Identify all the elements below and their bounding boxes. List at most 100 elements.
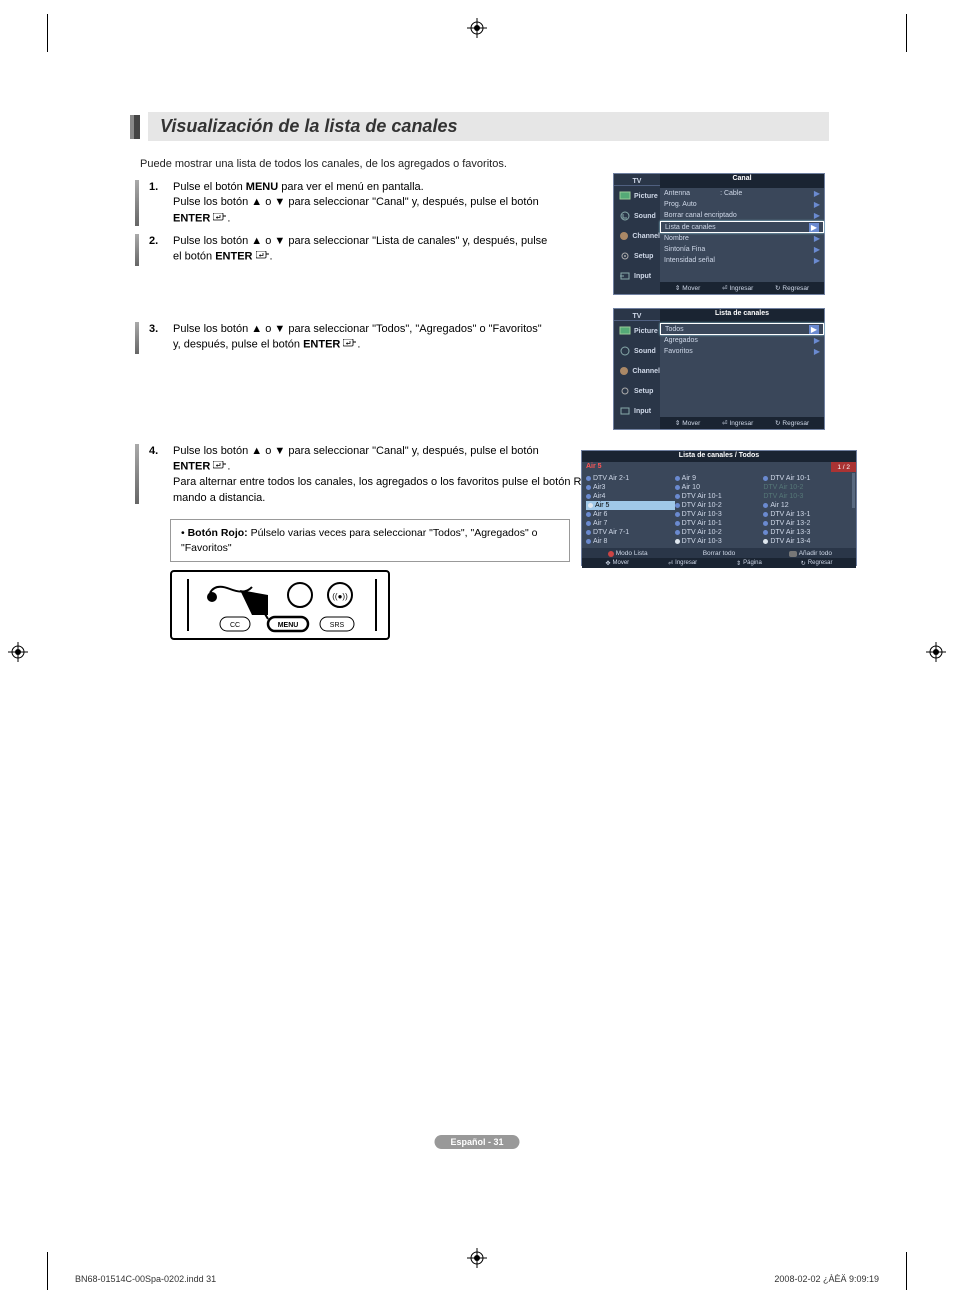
list-item: Air 10 — [675, 483, 764, 492]
step-text: Pulse los botón ▲ o ▼ para seleccionar "… — [173, 444, 635, 504]
osd-footer-ingresar: ⏎Ingresar — [722, 419, 753, 427]
osd-footer-ingresar: ⏎Ingresar — [722, 284, 753, 292]
step-text: Pulse los botón ▲ o ▼ para seleccionar "… — [173, 322, 635, 354]
step-number: 2. — [149, 234, 163, 266]
step-accent-icon — [135, 234, 139, 266]
page-number: Español - 31 — [434, 1135, 519, 1149]
updown-icon: ⇕ — [675, 419, 680, 427]
list-item: DTV Air 10-3 — [763, 492, 852, 501]
registration-mark-icon — [467, 1248, 487, 1268]
print-date: 2008-02-02 ¿ÀÈÄ 9:09:19 — [774, 1274, 879, 1284]
scrollbar-thumb — [852, 473, 855, 508]
osd-sidebar-sound: Sound — [614, 206, 660, 226]
enter-icon: ⏎ — [722, 419, 727, 427]
list-item: DTV Air 13-3 — [763, 528, 852, 537]
list-item: DTV Air 7-1 — [586, 528, 675, 537]
chevron-right-icon: ▶ — [814, 336, 820, 345]
channel-col-3: DTV Air 10-1 DTV Air 10-2 DTV Air 10-3 A… — [763, 474, 852, 546]
step-number: 3. — [149, 322, 163, 354]
crop-mark — [47, 14, 48, 52]
sound-icon — [618, 345, 632, 357]
osd-row-intensidad: Intensidad señal▶ — [660, 255, 824, 266]
step-number: 4. — [149, 444, 163, 504]
list-item: Air 8 — [586, 537, 675, 546]
osd-sidebar-setup: Setup — [614, 381, 660, 401]
osd-footer-mover: ⇕ Mover — [675, 284, 701, 292]
osd-tv-label: TV — [614, 311, 660, 321]
osd-sidebar-picture: Picture — [614, 321, 660, 341]
list-item: DTV Air 10-1 — [763, 474, 852, 483]
return-icon: ↻ — [775, 419, 780, 427]
list-item: Air 12 — [763, 501, 852, 510]
channel-list-panel: Lista de canales / Todos Air 5 1 / 2 DTV… — [581, 450, 857, 566]
list-item: DTV Air 10-3 — [675, 510, 764, 519]
osd-sidebar-input: Input — [614, 401, 660, 421]
chevron-right-icon: ▶ — [814, 189, 820, 198]
note-label: Botón Rojo: — [188, 527, 248, 539]
print-file: BN68-01514C-00Spa-0202.indd 31 — [75, 1274, 216, 1284]
enter-icon — [213, 211, 227, 226]
remote-srs-label: SRS — [330, 622, 345, 629]
channel-list-title: Lista de canales / Todos — [582, 451, 856, 462]
osd-sidebar-input: Input — [614, 266, 660, 286]
list-item: DTV Air 10-1 — [675, 492, 764, 501]
list-item: DTV Air 10-3 — [675, 537, 764, 546]
osd-row-antenna: Antenna: Cable▶ — [660, 188, 824, 199]
crop-mark — [47, 1252, 48, 1290]
osd-title: Lista de canales — [660, 309, 824, 323]
osd-sidebar-picture: Picture — [614, 186, 660, 206]
footer-mover: ✥Mover — [605, 560, 629, 567]
move-icon: ✥ — [605, 560, 610, 567]
remote-cc-label: CC — [230, 622, 240, 629]
footer-regresar: ↻Regresar — [801, 560, 833, 567]
osd-canal-menu: TV Picture Sound Channel Setup Input Can… — [613, 173, 825, 295]
registration-mark-icon — [467, 18, 487, 38]
remote-illustration: ((●)) CC MENU SRS — [170, 570, 390, 640]
borrar-todo-button: Borrar todo — [673, 548, 764, 558]
list-item: DTV Air 13-2 — [763, 519, 852, 528]
svg-text:((●)): ((●)) — [332, 592, 348, 601]
osd-lista-canales-menu: TV Picture Sound Channel Setup Input Lis… — [613, 308, 825, 430]
list-item: DTV Air 10-2 — [675, 501, 764, 510]
red-dot-icon — [608, 551, 614, 557]
footer-pagina: ⇕Página — [736, 560, 762, 567]
crop-mark — [906, 14, 907, 52]
return-icon: ↻ — [775, 284, 780, 292]
note-box: • Botón Rojo: Púlselo varias veces para … — [170, 519, 570, 562]
step-accent-icon — [135, 322, 139, 354]
enter-icon — [213, 459, 227, 474]
step-text: Pulse el botón MENU para ver el menú en … — [173, 180, 635, 226]
page-title: Visualización de la lista de canales — [160, 116, 457, 136]
footer-ingresar: ⏎Ingresar — [668, 560, 697, 567]
updown-icon: ⇕ — [675, 284, 680, 292]
title-accent-icon — [130, 115, 140, 139]
page-icon: ⇕ — [736, 560, 741, 567]
sound-icon — [618, 210, 632, 222]
print-footer: BN68-01514C-00Spa-0202.indd 31 2008-02-0… — [75, 1274, 879, 1284]
osd-row-sintonia: Sintonía Fina▶ — [660, 244, 824, 255]
list-item: DTV Air 10-2 — [763, 483, 852, 492]
osd-tv-label: TV — [614, 176, 660, 186]
osd-sidebar-sound: Sound — [614, 341, 660, 361]
list-item: Air3 — [586, 483, 675, 492]
list-item: Air 6 — [586, 510, 675, 519]
channel-icon — [618, 365, 630, 377]
crop-mark — [906, 1252, 907, 1290]
step-number: 1. — [149, 180, 163, 226]
osd-row-lista-canales: Lista de canales▶ — [660, 221, 824, 233]
list-item: DTV Air 10-2 — [675, 528, 764, 537]
osd-sidebar-channel: Channel — [614, 361, 660, 381]
chevron-right-icon: ▶ — [814, 211, 820, 220]
section-title: Visualización de la lista de canales — [130, 112, 829, 141]
osd-sidebar-channel: Channel — [614, 226, 660, 246]
channel-col-1: DTV Air 2-1 Air3 Air4 Air 5 Air 6 Air 7 … — [586, 474, 675, 546]
enter-icon — [343, 337, 357, 352]
chevron-right-icon: ▶ — [814, 234, 820, 243]
step-accent-icon — [135, 444, 139, 504]
return-icon: ↻ — [801, 560, 806, 567]
step-text: Pulse los botón ▲ o ▼ para seleccionar "… — [173, 234, 635, 266]
picture-icon — [618, 190, 632, 202]
osd-title: Canal — [660, 174, 824, 188]
enter-icon — [256, 249, 270, 264]
page-indicator: 1 / 2 — [831, 462, 856, 472]
